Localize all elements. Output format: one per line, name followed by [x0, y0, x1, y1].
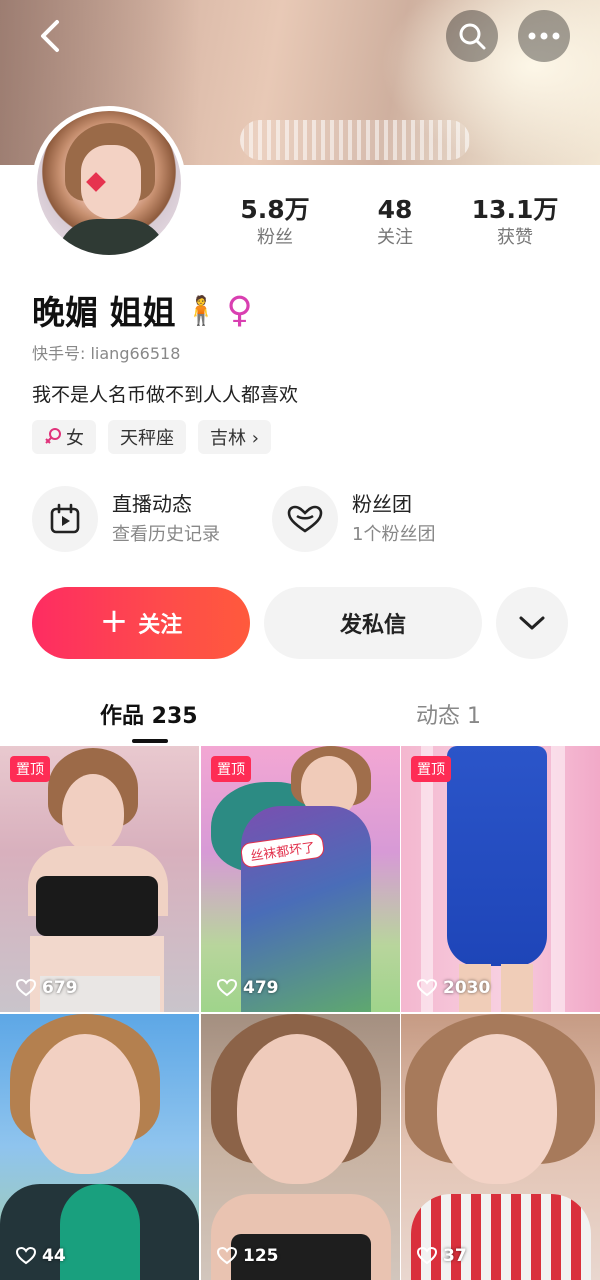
profile-name-text: 晚媚 姐姐 [32, 293, 176, 332]
video-thumbnail[interactable]: 丝袜都坏了 置顶 479 [201, 746, 400, 1012]
follow-button[interactable]: + 关注 [32, 587, 250, 659]
stat-value: 48 [377, 195, 413, 224]
like-count-value: 37 [443, 1246, 467, 1266]
pinned-badge: 置顶 [10, 756, 50, 782]
stat-following[interactable]: 48 关注 [335, 194, 455, 254]
tag-gender-label: 女 [66, 428, 84, 449]
video-thumbnail[interactable]: 置顶 679 [0, 746, 199, 1012]
search-icon [459, 23, 486, 50]
video-thumbnail[interactable]: 置顶 2030 [401, 746, 600, 1012]
stat-fans[interactable]: 5.8万 粉丝 [215, 194, 335, 254]
stat-value: 5.8万 [240, 195, 310, 224]
like-count-value: 479 [243, 978, 279, 998]
back-button[interactable] [24, 10, 76, 62]
live-history-title: 直播动态 [112, 492, 192, 516]
like-count-value: 2030 [443, 978, 491, 998]
like-count-value: 679 [42, 978, 78, 998]
ellipsis-icon [528, 32, 560, 40]
tag-location-label: 吉林 › [210, 428, 259, 449]
heart-badge-icon [272, 486, 338, 552]
stat-label: 粉丝 [257, 227, 293, 248]
heart-outline-icon [16, 979, 36, 997]
kuaishou-id[interactable]: 快手号: liang66518 [32, 340, 180, 364]
message-button[interactable]: 发私信 [264, 587, 482, 659]
stat-likes[interactable]: 13.1万 获赞 [455, 194, 575, 254]
like-count-value: 44 [42, 1246, 66, 1266]
profile-stats: 5.8万 粉丝 48 关注 13.1万 获赞 [215, 194, 600, 254]
stat-label: 获赞 [497, 227, 533, 248]
expand-button[interactable] [496, 587, 568, 659]
plus-icon: + [99, 601, 129, 641]
video-grid: 置顶 679 丝袜都坏了 置顶 479 置顶 2030 44 125 37 [0, 746, 600, 1280]
heart-outline-icon [217, 1247, 237, 1265]
profile-tags: 女 天秤座 吉林 › [32, 420, 271, 454]
heart-outline-icon [417, 1247, 437, 1265]
like-count-value: 125 [243, 1246, 279, 1266]
profile-name: 晚媚 姐姐 🧍 ♀ [32, 286, 253, 334]
pinned-badge: 置顶 [411, 756, 451, 782]
heart-outline-icon [16, 1247, 36, 1265]
video-thumbnail[interactable]: 125 [201, 1014, 400, 1280]
like-count: 44 [16, 1246, 66, 1266]
like-count: 679 [16, 978, 78, 998]
more-options-button[interactable] [518, 10, 570, 62]
follow-label: 关注 [138, 613, 183, 638]
chevron-down-icon [519, 616, 545, 630]
content-tabs: 作品 235 动态 1 [0, 690, 600, 746]
fan-club-entry[interactable]: 粉丝团 1个粉丝团 [272, 486, 435, 552]
heart-outline-icon [417, 979, 437, 997]
female-symbol-icon: ♀ [226, 289, 253, 331]
tag-location[interactable]: 吉林 › [198, 420, 271, 454]
message-label: 发私信 [339, 613, 406, 638]
profile-bio: 我不是人名币做不到人人都喜欢 [32, 384, 299, 406]
profile-features: 直播动态 查看历史记录 粉丝团 1个粉丝团 [32, 486, 572, 556]
video-thumbnail[interactable]: 44 [0, 1014, 199, 1280]
like-count: 479 [217, 978, 279, 998]
tag-zodiac: 天秤座 [108, 420, 186, 454]
calendar-play-icon [32, 486, 98, 552]
live-history-entry[interactable]: 直播动态 查看历史记录 [32, 486, 220, 552]
fan-club-subtitle: 1个粉丝团 [352, 524, 436, 545]
stat-label: 关注 [377, 227, 413, 248]
avatar[interactable] [32, 106, 186, 260]
tag-zodiac-label: 天秤座 [120, 428, 174, 449]
tab-indicator [132, 739, 168, 743]
heart-outline-icon [217, 979, 237, 997]
like-count: 2030 [417, 978, 490, 998]
stat-value: 13.1万 [471, 195, 559, 224]
tab-works[interactable]: 作品 235 [100, 698, 198, 730]
chevron-left-icon [41, 20, 59, 52]
tag-gender: 女 [32, 420, 96, 454]
person-emoji-icon: 🧍 [183, 293, 219, 327]
pinned-badge: 置顶 [211, 756, 251, 782]
video-thumbnail[interactable]: 37 [401, 1014, 600, 1280]
search-button[interactable] [446, 10, 498, 62]
tab-moments[interactable]: 动态 1 [416, 698, 481, 730]
fan-club-title: 粉丝团 [352, 492, 412, 516]
like-count: 125 [217, 1246, 279, 1266]
live-history-subtitle: 查看历史记录 [112, 524, 220, 545]
female-icon [45, 428, 61, 444]
like-count: 37 [417, 1246, 467, 1266]
